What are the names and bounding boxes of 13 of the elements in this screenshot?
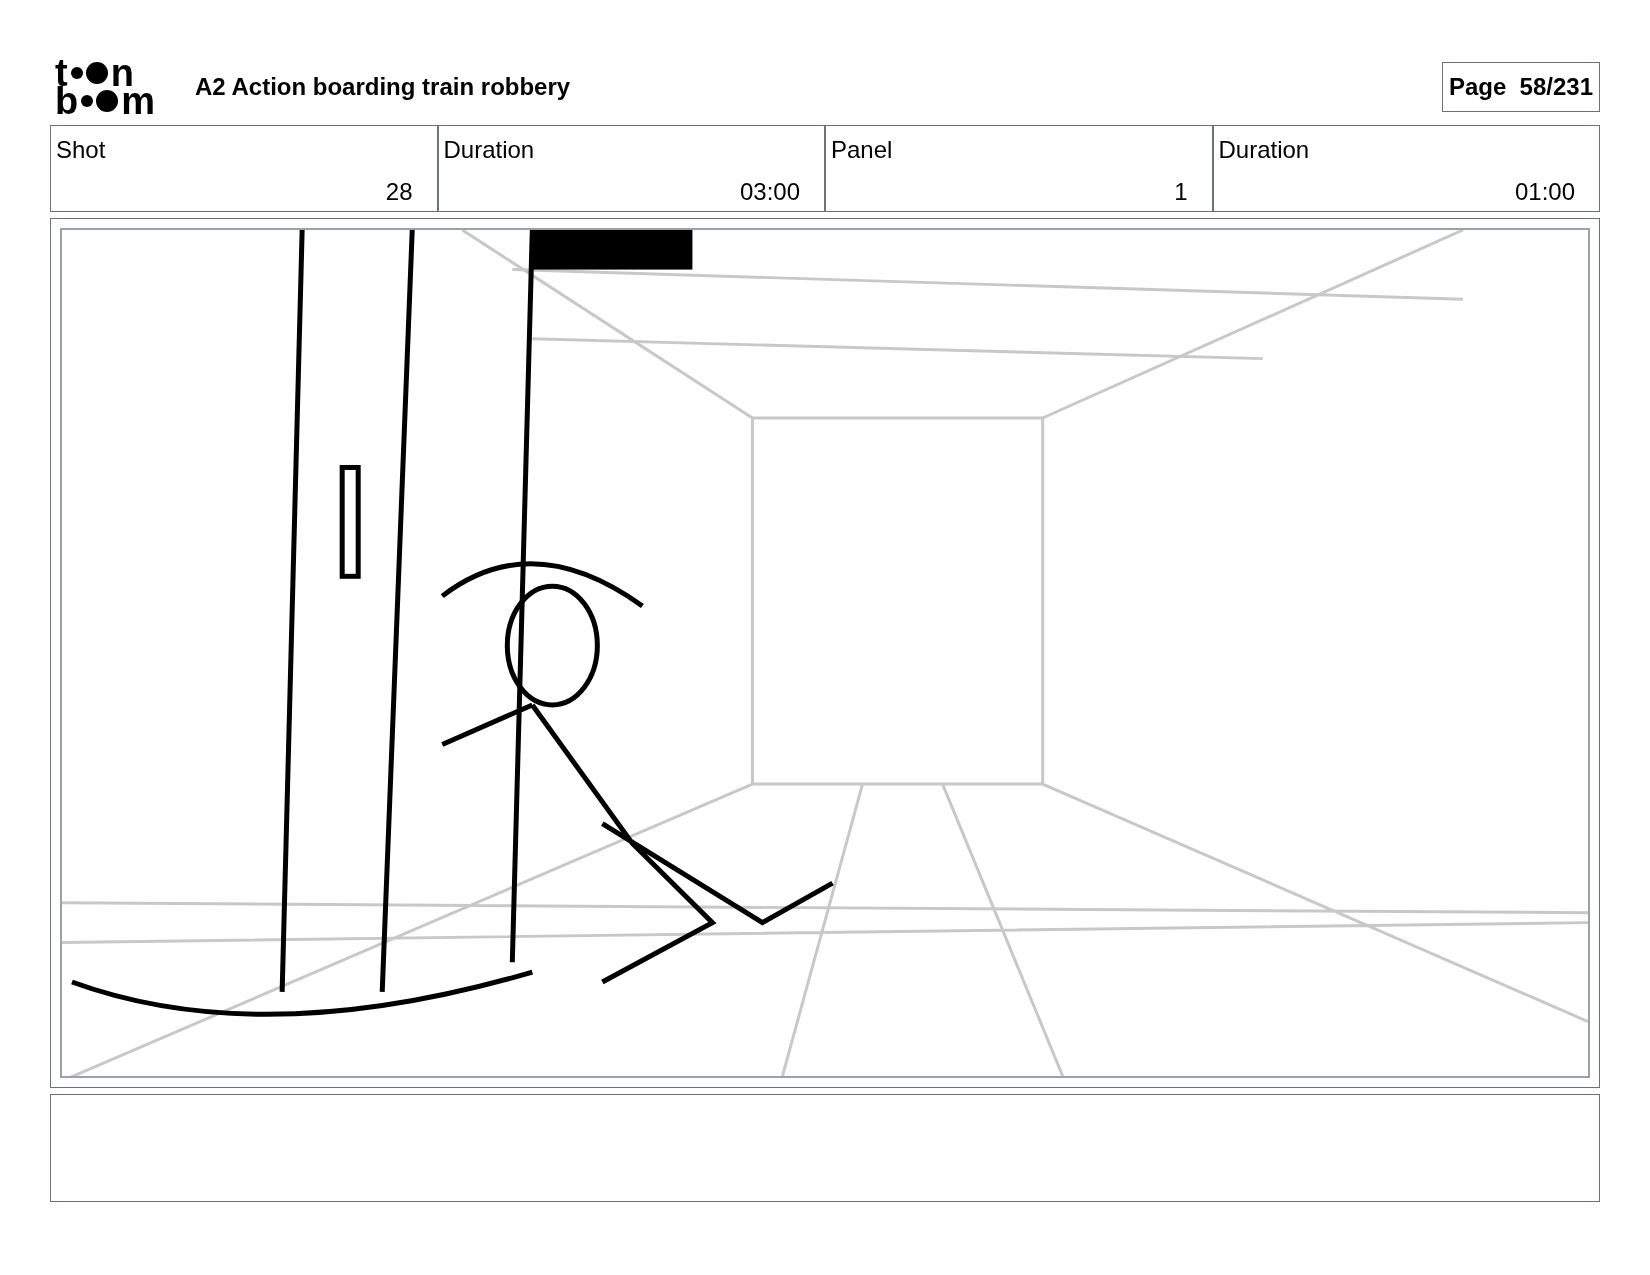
field-value: 28 — [385, 177, 413, 207]
field-value: 1 — [1174, 177, 1188, 207]
field-label: Shot — [56, 135, 107, 165]
dots-icon — [81, 90, 119, 112]
field-label: Duration — [443, 135, 536, 165]
storyboard-title: A2 Action boarding train robbery — [195, 72, 571, 102]
field-value: 01:00 — [1514, 177, 1575, 207]
field-label: Duration — [1218, 135, 1311, 165]
logo: t n b m — [55, 59, 156, 115]
dots-icon — [70, 62, 108, 84]
page-number: Page 58/231 — [1441, 62, 1600, 112]
field-value: 03:00 — [739, 177, 800, 207]
field-label: Panel — [831, 135, 894, 165]
